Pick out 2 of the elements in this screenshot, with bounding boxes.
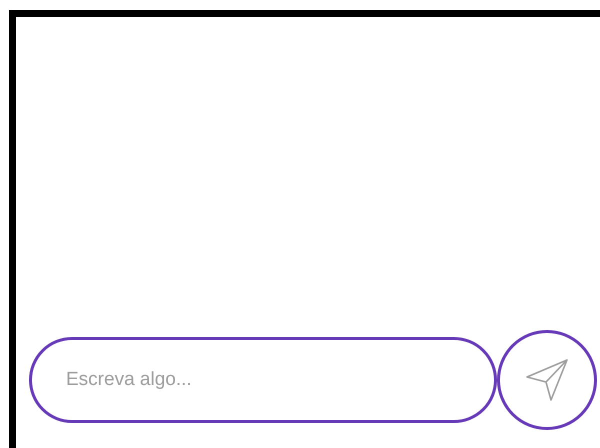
message-field[interactable]: Escreva algo... [29,337,497,423]
send-icon [524,357,570,403]
